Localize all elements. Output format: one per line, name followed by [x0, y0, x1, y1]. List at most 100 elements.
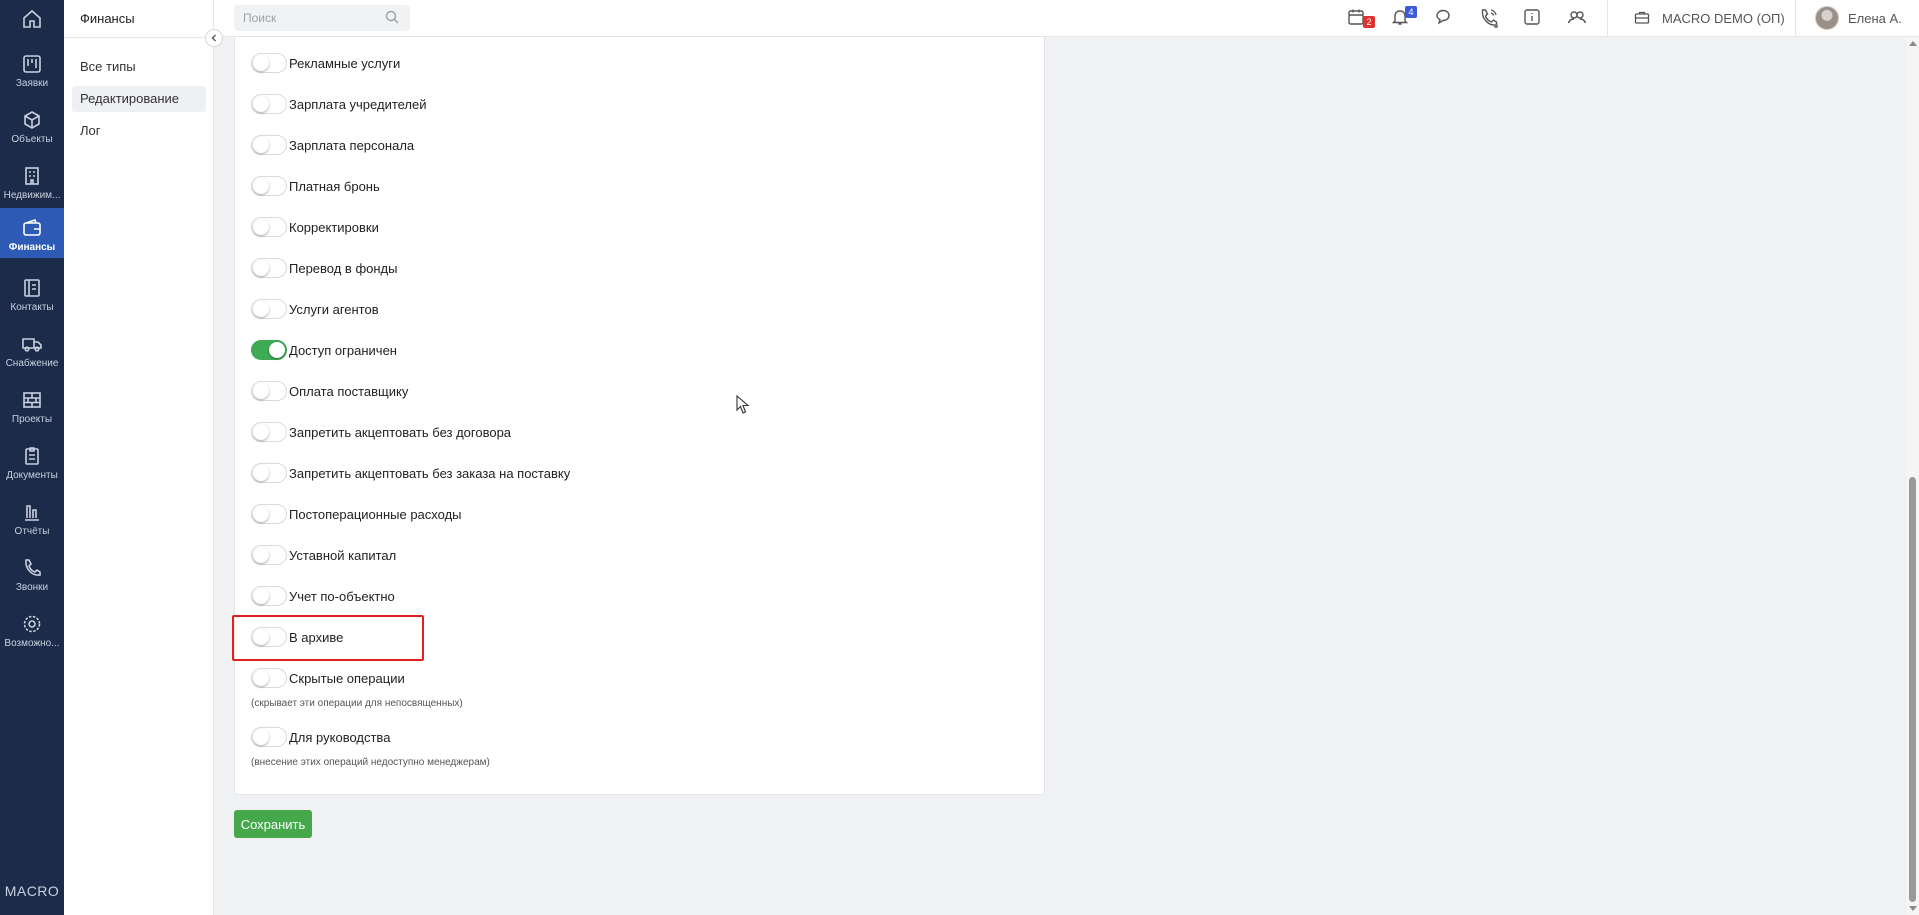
clipboard-icon: [25, 447, 39, 465]
chat-button[interactable]: [1435, 8, 1455, 28]
toggle-switch[interactable]: [251, 627, 287, 647]
toggle-row-archive[interactable]: В архиве: [251, 626, 343, 648]
toggle-switch[interactable]: [251, 94, 287, 114]
scroll-down-arrow[interactable]: [1909, 906, 1917, 911]
toggle-switch[interactable]: [251, 668, 287, 688]
building-icon: [25, 167, 39, 185]
submenu-item-all-types[interactable]: Все типы: [72, 54, 206, 80]
toggle-label: Корректировки: [289, 219, 379, 235]
nav-item-supply[interactable]: Снабжение: [0, 324, 64, 376]
briefcase-icon: [1634, 11, 1650, 24]
vertical-scrollbar[interactable]: [1906, 37, 1919, 915]
nav-item-realty[interactable]: Недвижим...: [0, 156, 64, 208]
toggle-switch[interactable]: [251, 176, 287, 196]
nav-item-requests[interactable]: Заявки: [0, 44, 64, 96]
toggle-label: Скрытые операции: [289, 670, 405, 686]
submenu-title: Финансы: [80, 11, 135, 26]
toggle-row[interactable]: Рекламные услуги: [251, 52, 400, 74]
toggle-hint: (внесение этих операций недоступно менед…: [251, 757, 490, 768]
divider: [64, 37, 214, 38]
toggle-row[interactable]: Скрытые операции: [251, 667, 405, 689]
mouse-cursor-icon: [736, 395, 750, 414]
user-name[interactable]: Елена А.: [1848, 11, 1902, 26]
toggle-switch[interactable]: [251, 53, 287, 73]
toggle-row[interactable]: Корректировки: [251, 216, 379, 238]
toggle-label: Учет по-объектно: [289, 588, 395, 604]
chevron-left-icon: [211, 34, 216, 42]
toggle-switch[interactable]: [251, 463, 287, 483]
toggle-row[interactable]: Платная бронь: [251, 175, 380, 197]
nav-item-label: Финансы: [8, 242, 56, 253]
toggle-label: Запретить акцептовать без договора: [289, 424, 512, 440]
save-button[interactable]: Сохранить: [234, 810, 312, 838]
toggle-row[interactable]: Постоперационные расходы: [251, 503, 462, 525]
toggle-row[interactable]: Зарплата учредителей: [251, 93, 427, 115]
nav-item-projects[interactable]: Проекты: [0, 380, 64, 432]
toggle-switch[interactable]: [251, 381, 287, 401]
phone-icon: [25, 559, 41, 576]
toggle-switch[interactable]: [251, 217, 287, 237]
toggle-row[interactable]: Зарплата персонала: [251, 134, 414, 156]
main-navigation: Заявки Объекты Недвижим... Финансы Конта…: [0, 0, 64, 915]
nav-item-label: Звонки: [15, 582, 49, 593]
toggle-switch[interactable]: [251, 258, 287, 278]
nav-item-reports[interactable]: Отчёты: [0, 492, 64, 544]
calendar-button[interactable]: 2: [1347, 8, 1375, 28]
toggle-row[interactable]: Доступ ограничен: [251, 339, 397, 361]
scroll-up-arrow[interactable]: [1909, 41, 1917, 46]
toggle-row[interactable]: Уставной капитал: [251, 544, 396, 566]
toggle-row[interactable]: Услуги агентов: [251, 298, 379, 320]
divider: [1795, 0, 1796, 37]
company-selector[interactable]: MACRO DEMO (ОП): [1662, 11, 1785, 26]
telephony-button[interactable]: [1479, 8, 1499, 28]
nav-item-finance[interactable]: Финансы: [0, 208, 64, 258]
notifications-button[interactable]: 4: [1391, 6, 1417, 28]
toggle-row[interactable]: Оплата поставщику: [251, 380, 408, 402]
info-button[interactable]: [1523, 8, 1543, 28]
toggle-row[interactable]: Запретить акцептовать без договора: [251, 421, 511, 443]
top-bar: 2 4 MACRO DEMO (ОП) Елена А.: [214, 0, 1919, 37]
nav-item-label: Заявки: [15, 78, 49, 89]
kanban-icon: [23, 55, 41, 73]
bar-chart-icon: [25, 505, 39, 521]
nav-item-label: Объекты: [11, 134, 53, 145]
nav-item-label: Отчёты: [14, 526, 50, 537]
toggle-switch[interactable]: [251, 299, 287, 319]
truck-icon: [22, 338, 42, 352]
divider: [1607, 0, 1608, 37]
nav-item-label: Документы: [6, 470, 58, 481]
search-input[interactable]: [234, 5, 410, 31]
toggle-label: Платная бронь: [289, 178, 380, 194]
toggle-row[interactable]: Перевод в фонды: [251, 257, 398, 279]
toggle-switch[interactable]: [251, 586, 287, 606]
nav-item-contacts[interactable]: Контакты: [0, 268, 64, 320]
avatar[interactable]: [1815, 6, 1839, 30]
toggle-label: Рекламные услуги: [289, 55, 401, 71]
toggle-switch[interactable]: [251, 135, 287, 155]
toggle-switch[interactable]: [251, 545, 287, 565]
toggle-label: Зарплата персонала: [289, 137, 415, 153]
submenu-item-log[interactable]: Лог: [72, 118, 206, 144]
toggle-label: Запретить акцептовать без заказа на пост…: [289, 465, 571, 481]
cube-icon: [24, 111, 40, 129]
toggle-row[interactable]: Для руководства: [251, 726, 390, 748]
team-button[interactable]: [1567, 8, 1587, 28]
calendar-badge: 2: [1363, 16, 1375, 28]
bricks-icon: [23, 392, 41, 408]
toggle-switch[interactable]: [251, 727, 287, 747]
toggle-switch[interactable]: [251, 504, 287, 524]
toggle-label: Уставной капитал: [289, 547, 397, 563]
submenu-item-editing[interactable]: Редактирование: [72, 86, 206, 112]
nav-item-documents[interactable]: Документы: [0, 436, 64, 488]
toggle-row[interactable]: Запретить акцептовать без заказа на пост…: [251, 462, 570, 484]
collapse-submenu-button[interactable]: [205, 29, 223, 47]
toggle-switch[interactable]: [251, 422, 287, 442]
brand-logo: MACRO: [4, 883, 60, 899]
nav-item-features[interactable]: Возможно...: [0, 604, 64, 656]
scrollbar-thumb[interactable]: [1909, 477, 1916, 902]
nav-item-calls[interactable]: Звонки: [0, 548, 64, 600]
chat-icon: [1436, 9, 1450, 25]
nav-item-objects[interactable]: Объекты: [0, 100, 64, 152]
toggle-switch[interactable]: [251, 340, 287, 360]
toggle-row[interactable]: Учет по-объектно: [251, 585, 395, 607]
